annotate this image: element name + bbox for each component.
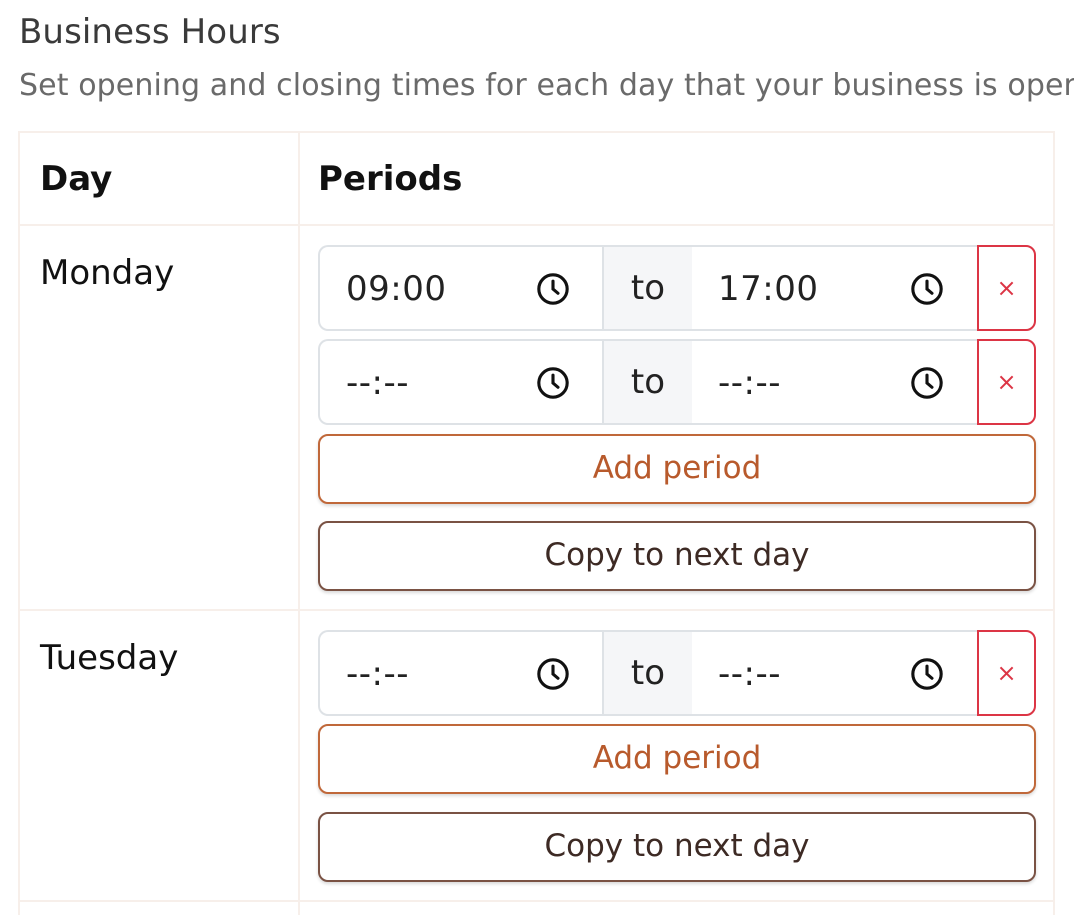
to-label: to [602,339,694,425]
clock-icon[interactable] [536,272,570,306]
add-period-button[interactable]: Add period [318,434,1036,504]
column-header-periods: Periods [318,159,463,199]
period-row: --:-- to --:-- × [318,339,1036,425]
start-time-input[interactable]: --:-- [318,630,604,716]
to-label: to [602,630,694,716]
end-time-value: --:-- [718,654,782,694]
row-divider [20,609,1053,611]
page-subtitle: Set opening and closing times for each d… [19,68,1074,103]
page-title: Business Hours [19,12,281,52]
period-row: --:-- to --:-- × [318,630,1036,716]
column-header-day: Day [40,159,113,199]
business-hours-table: Day Periods Monday 09:00 to 17:00 × --:-… [18,131,1055,915]
clock-icon[interactable] [536,366,570,400]
clock-icon[interactable] [910,366,944,400]
start-time-input[interactable]: --:-- [318,339,604,425]
start-time-input[interactable]: 09:00 [318,245,604,331]
day-name-tuesday: Tuesday [40,638,179,678]
remove-period-button[interactable]: × [977,630,1036,716]
start-time-value: --:-- [346,363,410,403]
clock-icon[interactable] [910,272,944,306]
remove-period-button[interactable]: × [977,245,1036,331]
clock-icon[interactable] [910,657,944,691]
end-time-input[interactable]: 17:00 [692,245,978,331]
remove-period-button[interactable]: × [977,339,1036,425]
start-time-value: --:-- [346,654,410,694]
row-divider [20,900,1053,902]
clock-icon[interactable] [536,657,570,691]
end-time-value: 17:00 [718,269,819,309]
add-period-button[interactable]: Add period [318,724,1036,794]
copy-to-next-day-button[interactable]: Copy to next day [318,521,1036,591]
day-name-monday: Monday [40,253,175,293]
row-divider [20,224,1053,226]
end-time-value: --:-- [718,363,782,403]
end-time-input[interactable]: --:-- [692,630,978,716]
column-divider [298,133,300,915]
period-row: 09:00 to 17:00 × [318,245,1036,331]
copy-to-next-day-button[interactable]: Copy to next day [318,812,1036,882]
start-time-value: 09:00 [346,269,447,309]
to-label: to [602,245,694,331]
end-time-input[interactable]: --:-- [692,339,978,425]
